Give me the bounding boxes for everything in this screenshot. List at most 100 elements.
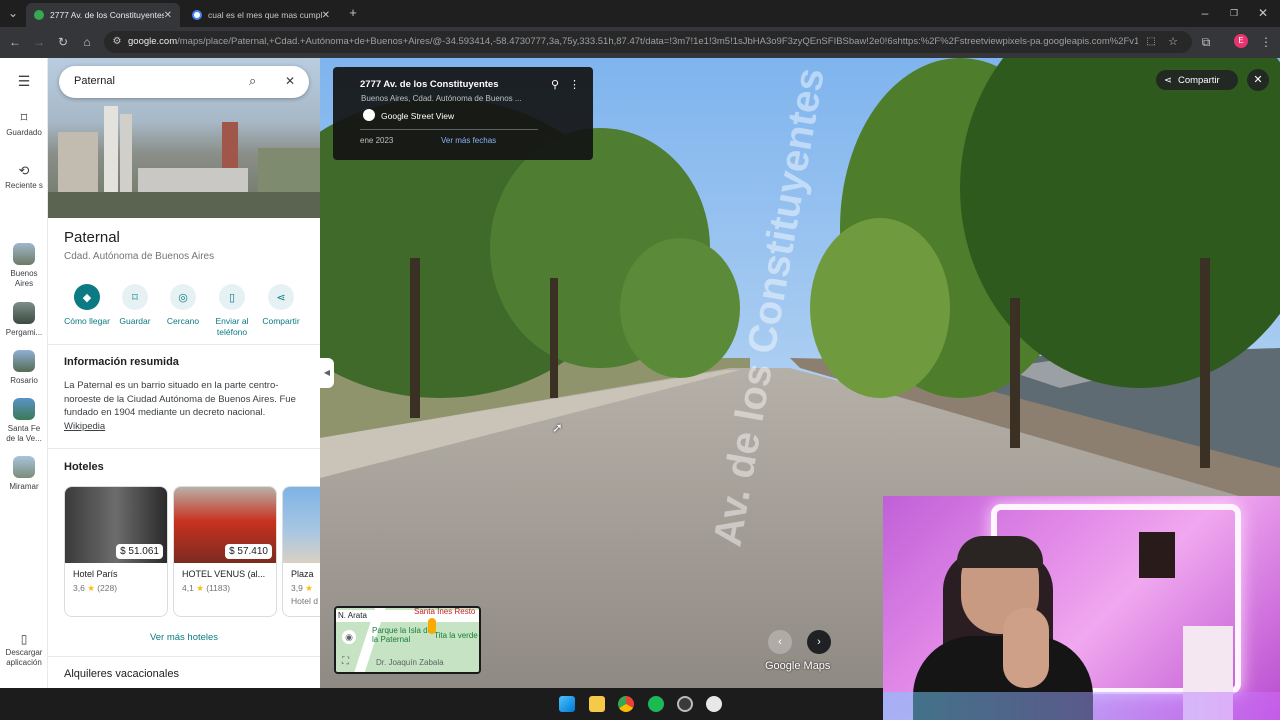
share-icon: ⋖ (268, 284, 294, 310)
home-icon[interactable]: ⌂ (80, 35, 94, 49)
street-view-brand: Google Street View (381, 111, 455, 121)
mini-map[interactable]: N. Arata Santa Ines Resto Parque la Isla… (334, 606, 481, 674)
capture-date: ene 2023 (360, 136, 394, 145)
more-hotels-link[interactable]: Ver más hoteles (48, 632, 320, 643)
more-dates-link[interactable]: Ver más fechas (441, 136, 496, 145)
clear-search-icon[interactable]: ✕ (285, 74, 295, 88)
tree (810, 218, 950, 398)
google-maps-watermark: Google Maps (765, 660, 831, 672)
hotels-heading: Hoteles (64, 461, 104, 473)
hotel-rating: 4,1 ★ (1183) (182, 583, 231, 593)
close-tab-icon[interactable]: ✕ (164, 10, 172, 21)
maps-side-rail: ☰ ⌑ Guardado ⟲ Reciente s Buenos Aires P… (0, 58, 48, 688)
street-view-subtitle: Buenos Aires, Cdad. Autónoma de Buenos .… (361, 94, 522, 103)
directions-button[interactable]: ◆ Cómo llegar (61, 284, 113, 327)
extensions-icon[interactable]: ⧉ (1199, 35, 1213, 49)
place-panel: Paternal ⌕ ✕ Paternal Cdad. Autónoma de … (48, 58, 320, 688)
directions-icon: ◆ (74, 284, 100, 310)
tab-search[interactable]: cual es el mes que mas cumple ✕ (184, 3, 338, 27)
close-tab-icon[interactable]: ✕ (322, 10, 330, 21)
recent-santa-fe[interactable]: Santa Fe de la Ve... (0, 398, 48, 444)
hamburger-menu-icon[interactable]: ☰ (0, 74, 48, 88)
new-tab-button[interactable]: + (346, 6, 360, 20)
hotel-price: $ 57.410 (225, 544, 272, 559)
phone-icon: ▯ (219, 284, 245, 310)
google-favicon-icon (192, 10, 202, 20)
rail-saved[interactable]: ⌑ Guardado (0, 111, 48, 138)
tab-maps[interactable]: 2777 Av. de los Constituyentes ✕ (26, 3, 180, 27)
led-strip (883, 692, 1280, 720)
back-icon[interactable]: ← (8, 35, 22, 49)
nearby-button[interactable]: ◎ Cercano (157, 284, 209, 327)
install-app-icon[interactable]: ⬚ (1144, 35, 1158, 49)
download-app-button[interactable]: ▯ Descargar aplicación (0, 633, 48, 668)
history-icon: ⟲ (18, 163, 30, 178)
collapse-panel-button[interactable]: ◀ (320, 358, 334, 388)
hotel-name: Hotel París (73, 569, 118, 579)
star-icon: ★ (196, 583, 204, 593)
recent-thumbnail (13, 456, 35, 478)
close-street-view-button[interactable]: ✕ (1247, 69, 1269, 91)
compass-icon[interactable]: ◉ (342, 630, 356, 644)
share-street-view-button[interactable]: ⋖ Compartir (1156, 70, 1238, 90)
nearby-icon: ◎ (170, 284, 196, 310)
spotify-icon[interactable] (648, 696, 664, 712)
search-input[interactable]: Paternal (74, 75, 115, 87)
hotel-photo: $ 51.061 (65, 487, 167, 563)
expand-map-icon[interactable]: ⛶ (342, 656, 349, 667)
reload-icon[interactable]: ↻ (56, 35, 70, 49)
tree (620, 238, 740, 378)
recent-pergamino[interactable]: Pergami... (0, 302, 48, 338)
minimize-icon[interactable]: – (1198, 6, 1212, 20)
os-taskbar (0, 688, 883, 720)
hotel-name: Plaza (291, 569, 314, 579)
media-player-icon[interactable] (706, 696, 722, 712)
recent-miramar[interactable]: Miramar (0, 456, 48, 492)
file-explorer-icon[interactable] (589, 696, 605, 712)
recent-rosario[interactable]: Rosario (0, 350, 48, 386)
location-pin-icon[interactable]: ⚲ (551, 78, 559, 91)
address-bar[interactable]: ⚙ google.com/maps/place/Paternal,+Cdad.+… (104, 31, 1192, 53)
share-button[interactable]: ⋖ Compartir (255, 284, 307, 327)
profile-avatar[interactable]: E (1234, 34, 1248, 48)
chrome-icon[interactable] (618, 696, 634, 712)
start-menu-icon[interactable] (559, 696, 575, 712)
tab-search-icon[interactable]: ⌄ (6, 6, 20, 20)
rail-recent[interactable]: ⟲ Reciente s (0, 163, 48, 191)
previous-arrow-icon[interactable]: ‹ (768, 630, 792, 654)
search-icon[interactable]: ⌕ (249, 73, 256, 89)
save-button[interactable]: ⌑ Guardar (109, 284, 161, 327)
bookmark-star-icon[interactable]: ☆ (1166, 35, 1180, 49)
minimap-poi-label: Tita la verde (434, 631, 478, 640)
search-box[interactable]: Paternal ⌕ ✕ (59, 66, 309, 98)
more-options-icon[interactable]: ⋮ (569, 78, 580, 91)
tree-trunk (410, 258, 420, 418)
recent-buenos-aires[interactable]: Buenos Aires (0, 243, 48, 289)
send-to-phone-button[interactable]: ▯ Enviar al teléfono (206, 284, 258, 338)
window-close-icon[interactable]: ✕ (1256, 6, 1270, 20)
site-info-icon[interactable]: ⚙ (110, 35, 124, 49)
hotel-card[interactable]: Plaza 3,9 ★ Hotel d (282, 486, 320, 617)
hotel-card[interactable]: $ 51.061 Hotel París 3,6 ★ (228) (64, 486, 168, 617)
divider (48, 656, 320, 657)
hotel-rating: 3,9 ★ (291, 583, 313, 593)
tree-trunk (550, 278, 558, 398)
recent-thumbnail (13, 243, 35, 265)
recent-thumbnail (13, 350, 35, 372)
url-text[interactable]: google.com/maps/place/Paternal,+Cdad.+Au… (128, 36, 1138, 47)
next-arrow-icon[interactable]: › (807, 630, 831, 654)
hotel-rating: 3,6 ★ (228) (73, 583, 118, 593)
wikipedia-link[interactable]: Wikipedia (64, 421, 105, 432)
pegman-icon[interactable] (428, 618, 436, 634)
google-logo-icon (363, 109, 375, 121)
person-hair (957, 536, 1043, 568)
browser-tab-bar: ⌄ 2777 Av. de los Constituyentes ✕ cual … (0, 0, 1280, 27)
forward-icon[interactable]: → (32, 35, 46, 49)
hotel-photo: $ 57.410 (174, 487, 276, 563)
tree-trunk (1200, 258, 1210, 468)
hotel-type: Hotel d (291, 596, 318, 606)
app-icon[interactable] (677, 696, 693, 712)
restore-icon[interactable]: ❐ (1227, 6, 1241, 20)
menu-icon[interactable]: ⋮ (1259, 35, 1273, 49)
hotel-card[interactable]: $ 57.410 HOTEL VENUS (al... 4,1 ★ (1183) (173, 486, 277, 617)
